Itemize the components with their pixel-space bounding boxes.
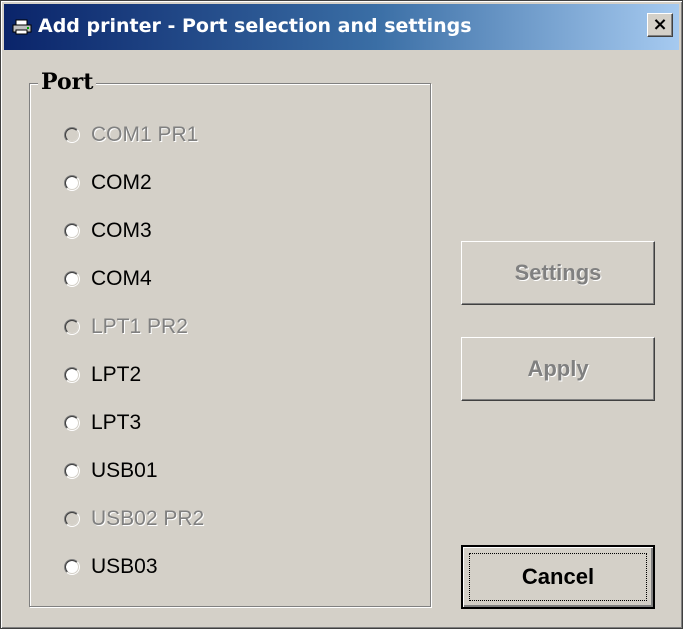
radio-label[interactable]: COM2	[91, 171, 152, 195]
radio-button-icon[interactable]	[64, 463, 80, 479]
port-group-label: Port	[38, 69, 97, 95]
radio-option-usb02: USB02 PR2	[64, 504, 204, 534]
radio-label[interactable]: COM3	[91, 219, 152, 243]
radio-option-com4[interactable]: COM4	[64, 264, 152, 294]
cancel-button[interactable]: Cancel	[461, 545, 655, 609]
radio-label: USB02 PR2	[91, 507, 205, 530]
radio-button-icon[interactable]	[64, 367, 80, 383]
radio-button-icon	[64, 319, 80, 335]
radio-button-icon[interactable]	[64, 415, 80, 431]
radio-option-usb01[interactable]: USB01	[64, 456, 158, 486]
radio-button-icon[interactable]	[64, 223, 80, 239]
radio-label[interactable]: USB03	[91, 555, 158, 579]
radio-label: LPT1 PR2	[91, 315, 188, 338]
radio-label[interactable]: LPT3	[91, 411, 141, 435]
radio-label: COM1 PR1	[91, 123, 199, 146]
radio-option-lpt1: LPT1 PR2	[64, 312, 188, 342]
settings-button[interactable]: Settings	[461, 241, 655, 305]
radio-option-com1: COM1 PR1	[64, 120, 198, 150]
radio-button-icon	[64, 127, 80, 143]
radio-button-icon[interactable]	[64, 559, 80, 575]
apply-button[interactable]: Apply	[461, 337, 655, 401]
radio-button-icon[interactable]	[64, 175, 80, 191]
printer-icon	[12, 19, 32, 35]
port-groupbox: Port COM1 PR1 COM2 COM3 COM4 LPT1 PR2 LP…	[29, 69, 431, 607]
title-bar[interactable]: Add printer - Port selection and setting…	[4, 4, 679, 50]
radio-option-lpt2[interactable]: LPT2	[64, 360, 141, 390]
radio-button-icon[interactable]	[64, 271, 80, 287]
radio-option-com2[interactable]: COM2	[64, 168, 152, 198]
dialog-window: Add printer - Port selection and setting…	[0, 0, 683, 629]
radio-option-com3[interactable]: COM3	[64, 216, 152, 246]
window-title: Add printer - Port selection and setting…	[38, 15, 472, 37]
radio-button-icon	[64, 511, 80, 527]
radio-label[interactable]: USB01	[91, 459, 158, 483]
radio-option-usb03[interactable]: USB03	[64, 552, 158, 582]
focus-rectangle	[469, 553, 647, 601]
radio-option-lpt3[interactable]: LPT3	[64, 408, 141, 438]
radio-label[interactable]: LPT2	[91, 363, 141, 387]
close-button[interactable]: ×	[647, 13, 673, 37]
radio-label[interactable]: COM4	[91, 267, 152, 291]
close-icon: ×	[652, 14, 668, 35]
